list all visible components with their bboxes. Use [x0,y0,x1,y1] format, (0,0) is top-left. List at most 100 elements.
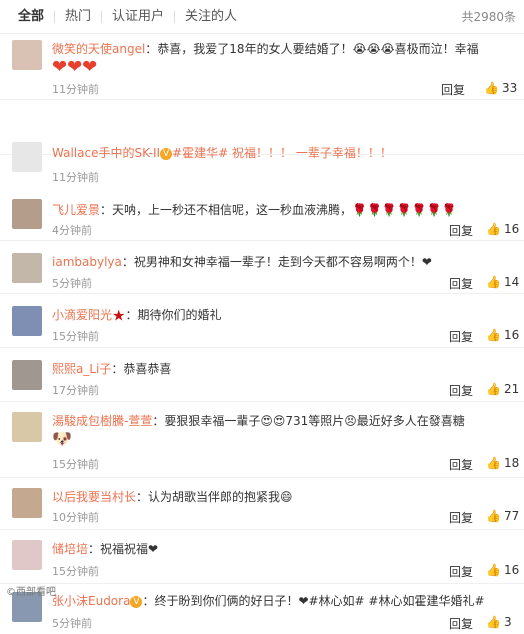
comment-item: 以后我要当村长：认为胡歌当伴郎的抱紧我😄 10分钟前 回复 👍 77 [0,478,524,530]
user-name[interactable]: 飞儿爱景 [52,203,100,217]
comment-text: 小滴爱阳光★：期待你们的婚礼 [52,306,512,325]
thumb-up-icon: 👍 [486,222,501,236]
reply-button[interactable]: 回复 [449,382,473,399]
comment-tabs: 全部 热门 认证用户 关注的人 共2980条 [0,0,524,34]
user-name[interactable]: 湯駿成包樹騰-萱萱 [52,414,152,428]
user-name[interactable]: 储培培 [52,542,88,556]
avatar[interactable] [12,540,42,570]
user-name[interactable]: 以后我要当村长 [52,490,136,504]
like-button[interactable]: 👍 21 [486,382,519,396]
avatar[interactable] [12,142,42,172]
comment-body: ：终于盼到你们俩的好日子！❤#林心如# #林心如霍建华婚礼# [142,594,485,608]
comment-item: 飞儿爱景：天呐，上一秒还不相信呢，这一秒血液沸腾，🌹🌹🌹🌹🌹🌹🌹 4分钟前 回复… [0,189,524,241]
comment-text: 熙熙a_Li子：恭喜恭喜 [52,360,512,378]
like-count: 77 [503,509,520,523]
thumb-up-icon: 👍 [486,615,501,629]
comment-item: 熙熙a_Li子：恭喜恭喜 17分钟前 回复 👍 21 [0,348,524,402]
comment-time: 17分钟前 [52,384,99,397]
tab-verified[interactable]: 认证用户 [102,0,174,34]
comment-body: ：天呐，上一秒还不相信呢，这一秒血液沸腾，🌹🌹🌹🌹🌹🌹🌹 [100,203,457,217]
avatar[interactable] [12,253,42,283]
reply-button[interactable]: 回复 [449,456,473,473]
comment-item: 湯駿成包樹騰-萱萱：要狠狠幸福一輩子😍😍731等照片😣最近好多人在發喜糖 🐶 1… [0,402,524,478]
comment-text: 湯駿成包樹騰-萱萱：要狠狠幸福一輩子😍😍731等照片😣最近好多人在發喜糖 [52,412,512,430]
reply-button[interactable]: 回复 [441,81,465,98]
user-name[interactable]: Wallace手中的SK-II [52,146,160,160]
comment-text: iambabylya：祝男神和女神幸福一辈子！走到今天都不容易啊两个！❤ [52,253,512,271]
like-count: 33 [501,81,518,95]
thumb-up-icon: 👍 [486,328,501,342]
reply-button[interactable]: 回复 [449,222,473,239]
avatar[interactable] [12,40,42,70]
like-count: 16 [503,328,520,342]
comment-body: #霍建华# 祝福！！！ 一辈子幸福！！！ [172,146,392,160]
like-count: 21 [503,382,520,396]
comment-body: ：期待你们的婚礼 [125,308,222,322]
like-button[interactable]: 👍 3 [486,615,512,629]
comment-item: iambabylya：祝男神和女神幸福一辈子！走到今天都不容易啊两个！❤ 5分钟… [0,241,524,294]
emoji-icon: 🐶 [52,429,72,448]
like-count: 16 [503,222,520,236]
like-button[interactable]: 👍 16 [486,222,519,236]
like-button[interactable]: 👍 33 [484,81,517,95]
reply-button[interactable]: 回复 [449,615,473,632]
thumb-up-icon: 👍 [484,81,499,95]
user-name[interactable]: 小滴爱阳光 [52,308,112,322]
like-button[interactable]: 👍 77 [486,509,519,523]
reply-button[interactable]: 回复 [449,275,473,292]
avatar[interactable] [12,488,42,518]
reply-button[interactable]: 回复 [449,509,473,526]
star-icon: ★ [112,306,126,325]
thumb-up-icon: 👍 [486,509,501,523]
comment-body: ：恭喜恭喜 [111,362,172,376]
avatar[interactable] [12,199,42,229]
comment-item: 小滴爱阳光★：期待你们的婚礼 15分钟前 回复 👍 16 [0,294,524,348]
heart-icon: ❤❤❤ [52,56,98,78]
comment-time: 5分钟前 [52,617,92,630]
user-name[interactable]: 熙熙a_Li子 [52,362,111,376]
like-button[interactable]: 👍 18 [486,456,519,470]
user-name[interactable]: iambabylya [52,255,122,269]
comment-text: 以后我要当村长：认为胡歌当伴郎的抱紧我😄 [52,488,512,506]
reply-button[interactable]: 回复 [449,328,473,345]
comment-text: 张小沫Eudora V ：终于盼到你们俩的好日子！❤#林心如# #林心如霍建华婚礼# [52,592,512,610]
like-count: 16 [503,563,520,577]
vip-badge-icon: V [130,595,143,608]
comment-time: 10分钟前 [52,511,99,524]
comment-body: ：祝男神和女神幸福一辈子！走到今天都不容易啊两个！❤ [121,255,432,269]
avatar[interactable] [12,412,42,442]
comment-item: 张小沫Eudora V ：终于盼到你们俩的好日子！❤#林心如# #林心如霍建华婚礼#… [0,584,524,634]
tab-hot[interactable]: 热门 [55,0,101,34]
comment-item: 微笑的天使angel：恭喜，我爱了18年的女人要结婚了！😭😭😭喜极而泣！幸福 ❤… [0,36,524,100]
avatar[interactable] [12,306,42,336]
tab-all[interactable]: 全部 [8,0,54,34]
comment-time: 11分钟前 [52,83,99,96]
user-name[interactable]: 张小沫Eudora [52,594,130,608]
comment-body: ：恭喜，我爱了18年的女人要结婚了！😭😭😭喜极而泣！幸福 [145,42,479,56]
like-button[interactable]: 👍 16 [486,328,519,342]
comment-time: 15分钟前 [52,458,99,471]
thumb-up-icon: 👍 [486,275,501,289]
comment-time: 15分钟前 [52,330,99,343]
like-button[interactable]: 👍 16 [486,563,519,577]
like-button[interactable]: 👍 14 [486,275,519,289]
like-count: 14 [503,275,520,289]
watermark: ©西部看吧 [6,587,56,598]
comment-text: 微笑的天使angel：恭喜，我爱了18年的女人要结婚了！😭😭😭喜极而泣！幸福 [52,40,512,58]
comment-time: 11分钟前 [52,171,99,184]
like-count: 3 [503,615,512,629]
vip-badge-icon: V [160,147,173,160]
avatar[interactable] [12,360,42,390]
thumb-up-icon: 👍 [486,456,501,470]
comment-time: 4分钟前 [52,224,92,237]
comment-time: 5分钟前 [52,277,92,290]
like-count: 18 [503,456,520,470]
comment-item: 储培培：祝福祝福❤ 15分钟前 回复 👍 16 [0,530,524,584]
user-name[interactable]: 微笑的天使angel [52,42,145,56]
reply-button[interactable]: 回复 [449,563,473,580]
thumb-up-icon: 👍 [486,382,501,396]
comment-item: Wallace手中的SK-II V #霍建华# 祝福！！！ 一辈子幸福！！！ 11分… [0,100,524,184]
comment-body: ：认为胡歌当伴郎的抱紧我😄 [136,490,293,504]
comment-text: 飞儿爱景：天呐，上一秒还不相信呢，这一秒血液沸腾，🌹🌹🌹🌹🌹🌹🌹 [52,201,512,219]
tab-following[interactable]: 关注的人 [175,0,247,34]
